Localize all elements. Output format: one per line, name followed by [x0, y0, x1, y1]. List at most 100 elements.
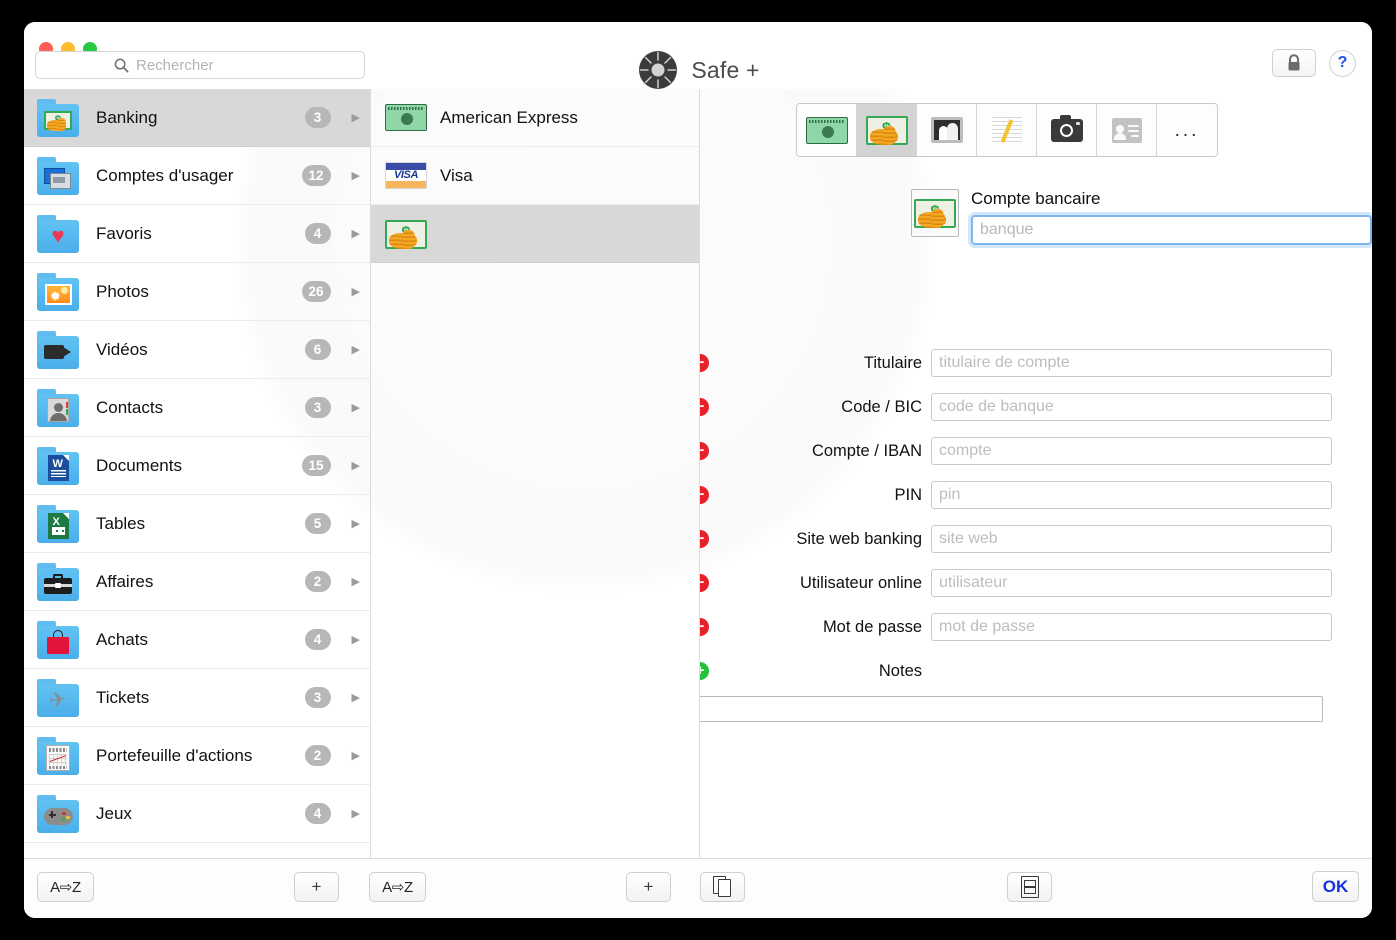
add-field-button[interactable]: +	[700, 662, 709, 680]
lock-button[interactable]	[1272, 49, 1316, 77]
field-input[interactable]	[931, 437, 1332, 465]
sidebar-item-jeux[interactable]: Jeux 4 ▶	[24, 785, 370, 843]
type-button-photo[interactable]	[917, 104, 977, 156]
sidebar-add-button[interactable]: +	[294, 872, 339, 902]
shopping-folder-icon	[36, 620, 82, 659]
account-type-icon-box[interactable]: $	[911, 189, 959, 237]
field-row: − Utilisateur online	[700, 561, 1346, 605]
remove-field-button[interactable]: −	[700, 618, 709, 636]
sidebar-item-comptes-d-usager[interactable]: Comptes d'usager 12 ▶	[24, 147, 370, 205]
field-input[interactable]	[931, 481, 1332, 509]
sidebar-item-vid-os[interactable]: Vidéos 6 ▶	[24, 321, 370, 379]
sidebar-add-label: +	[311, 877, 322, 896]
chart-folder-icon	[36, 736, 82, 775]
list-item-label: Visa	[440, 165, 473, 185]
field-input[interactable]	[931, 525, 1332, 553]
list-item[interactable]: VISA Visa	[371, 147, 699, 205]
excel-folder-icon: X	[36, 504, 82, 543]
sidebar-item-tables[interactable]: X Tables 5 ▶	[24, 495, 370, 553]
field-input[interactable]	[931, 613, 1332, 641]
sidebar-item-count: 12	[301, 165, 331, 186]
sidebar-item-tickets[interactable]: ✈ Tickets 3 ▶	[24, 669, 370, 727]
type-button-camera[interactable]	[1037, 104, 1097, 156]
field-row: − PIN	[700, 473, 1346, 517]
field-input[interactable]	[931, 569, 1332, 597]
duplicate-button[interactable]	[700, 872, 745, 902]
main-body: $Banking3▶Comptes d'usager12▶♥Favoris4▶✹…	[24, 89, 1372, 858]
money-icon: $	[865, 115, 908, 145]
sidebar-sort-button[interactable]: A⇨Z	[37, 872, 94, 902]
type-button-bank-account[interactable]: $	[857, 104, 917, 156]
sidebar-item-count: 4	[304, 223, 331, 244]
remove-field-button[interactable]: −	[700, 354, 709, 372]
app-title-text: Safe +	[691, 56, 760, 83]
chevron-right-icon[interactable]: ▶	[352, 575, 360, 588]
chevron-right-icon[interactable]: ▶	[352, 459, 360, 472]
duplicate-document-icon	[713, 876, 732, 898]
chevron-right-icon[interactable]: ▶	[352, 517, 360, 530]
chevron-right-icon[interactable]: ▶	[352, 749, 360, 762]
sidebar-item-achats[interactable]: Achats 4 ▶	[24, 611, 370, 669]
chevron-right-icon[interactable]: ▶	[352, 807, 360, 820]
chevron-right-icon[interactable]: ▶	[352, 169, 360, 182]
chevron-right-icon[interactable]: ▶	[352, 691, 360, 704]
sidebar-item-affaires[interactable]: Affaires 2 ▶	[24, 553, 370, 611]
sidebar-item-label: Banking	[96, 107, 158, 127]
camera-icon	[1050, 114, 1083, 142]
chevron-right-icon[interactable]: ▶	[352, 111, 360, 124]
type-button-contact[interactable]	[1097, 104, 1157, 156]
chevron-right-icon[interactable]: ▶	[352, 633, 360, 646]
sidebar-item-count: 5	[304, 513, 331, 534]
detail-panel: $	[700, 89, 1372, 858]
type-button-more[interactable]: ...	[1157, 104, 1217, 156]
account-type-title: Compte bancaire	[971, 189, 1101, 208]
app-window: Safe + ? $ Banking 3 ▶ Comptes d'usager 12 ▶ ♥ F…	[24, 22, 1372, 918]
sidebar-item-label: Portefeuille d'actions	[96, 745, 253, 765]
account-name-input[interactable]	[968, 212, 1372, 248]
chevron-right-icon[interactable]: ▶	[352, 343, 360, 356]
heart-folder-icon: ♥	[36, 214, 82, 253]
list-item[interactable]: American Express	[371, 89, 699, 147]
money-icon: $	[385, 219, 427, 249]
sidebar-item-documents[interactable]: W Documents 15 ▶	[24, 437, 370, 495]
chevron-right-icon[interactable]: ▶	[352, 401, 360, 414]
field-input[interactable]	[931, 393, 1332, 421]
chevron-right-icon[interactable]: ▶	[352, 227, 360, 240]
list-item[interactable]: $	[371, 205, 699, 263]
field-row: − Titulaire	[700, 341, 1346, 385]
remove-field-button[interactable]: −	[700, 530, 709, 548]
sidebar-item-count: 2	[304, 571, 331, 592]
sidebar-item-count: 6	[304, 339, 331, 360]
search-field[interactable]	[35, 51, 365, 79]
sidebar-item-count: 15	[301, 455, 331, 476]
chevron-right-icon[interactable]: ▶	[352, 285, 360, 298]
remove-field-button[interactable]: −	[700, 442, 709, 460]
sidebar-item-banking[interactable]: $ Banking 3 ▶	[24, 89, 370, 147]
type-button-note[interactable]	[977, 104, 1037, 156]
ok-button[interactable]: OK	[1312, 871, 1359, 902]
help-button[interactable]: ?	[1329, 49, 1356, 77]
photo-frame-icon	[930, 117, 963, 143]
field-label: Titulaire	[863, 353, 922, 372]
sidebar-item-label: Documents	[96, 455, 182, 475]
search-input[interactable]	[136, 56, 286, 74]
remove-field-button[interactable]: −	[700, 398, 709, 416]
contact-folder-icon	[36, 388, 82, 427]
remove-field-button[interactable]: −	[700, 574, 709, 592]
sidebar-sort-label: A⇨Z	[50, 879, 81, 896]
bottom-toolbar: A⇨Z + A⇨Z + OK	[24, 858, 1372, 918]
sidebar-item-contacts[interactable]: Contacts 3 ▶	[24, 379, 370, 437]
sidebar-item-photos[interactable]: ✹ Photos 26 ▶	[24, 263, 370, 321]
list-sort-button[interactable]: A⇨Z	[369, 872, 426, 902]
sidebar-item-portefeuille-d-actions[interactable]: Portefeuille d'actions 2 ▶	[24, 727, 370, 785]
ok-label: OK	[1322, 876, 1349, 896]
list-add-button[interactable]: +	[626, 872, 671, 902]
remove-field-button[interactable]: −	[700, 486, 709, 504]
notes-textarea[interactable]	[700, 696, 1323, 722]
account-header: $ Compte bancaire	[911, 189, 1372, 248]
type-button-credit-card[interactable]	[797, 104, 857, 156]
template-button[interactable]	[1007, 872, 1052, 902]
field-input[interactable]	[931, 349, 1332, 377]
sidebar-item-favoris[interactable]: ♥ Favoris 4 ▶	[24, 205, 370, 263]
photo-folder-icon: ✹	[36, 272, 82, 311]
